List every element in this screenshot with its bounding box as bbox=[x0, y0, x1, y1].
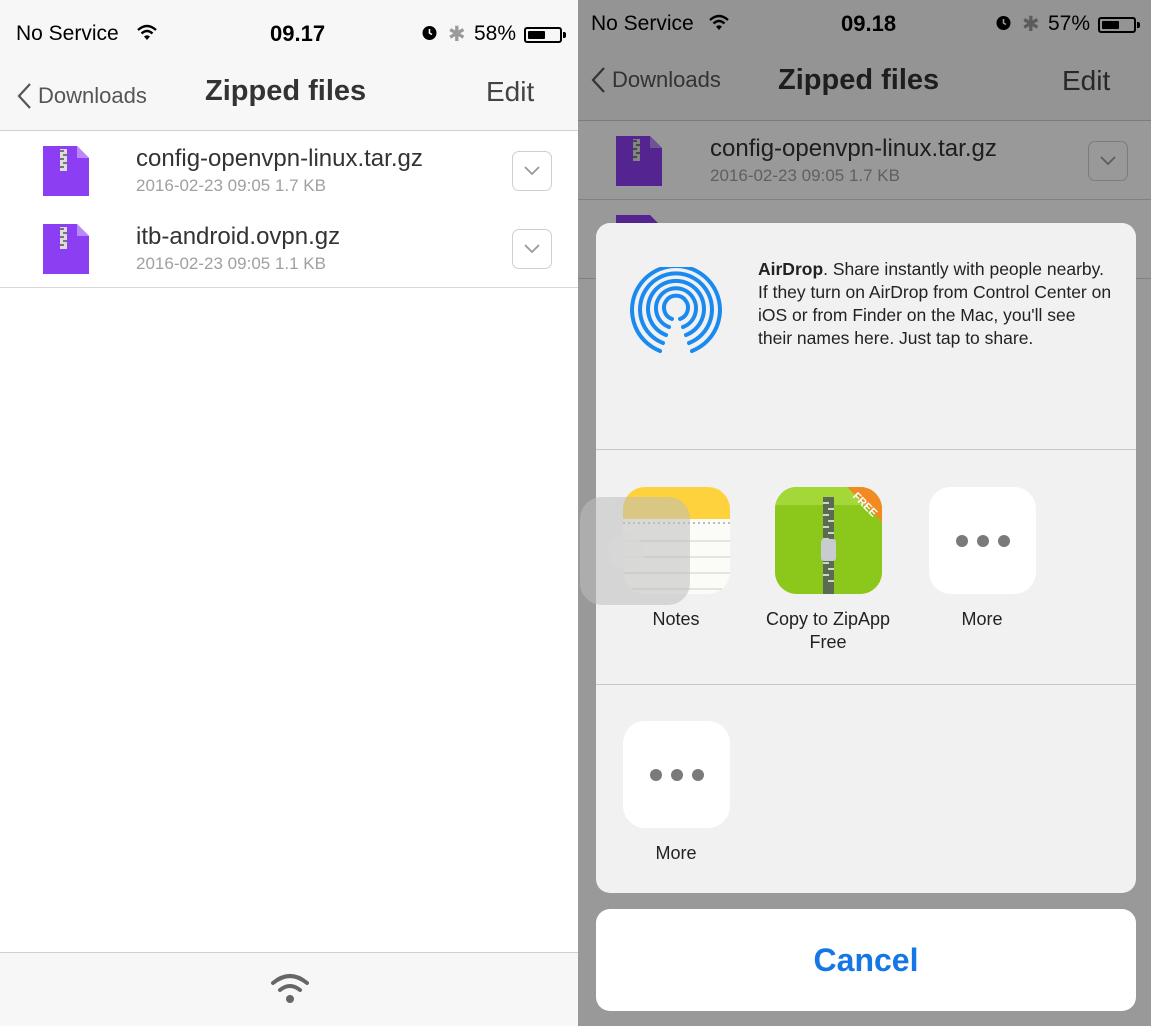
battery-percent: 58% bbox=[474, 22, 517, 45]
chevron-down-icon bbox=[524, 166, 540, 176]
chevron-down-icon bbox=[524, 244, 540, 254]
divider bbox=[596, 684, 1136, 685]
file-meta: 2016-02-23 09:05 1.7 KB bbox=[136, 176, 326, 195]
zip-file-icon bbox=[43, 146, 89, 196]
chevron-left-icon bbox=[17, 83, 31, 109]
wifi-icon[interactable] bbox=[270, 971, 310, 1005]
row-options-button[interactable] bbox=[512, 151, 552, 191]
status-bar: No Service 09.17 ✱ 58% bbox=[0, 0, 578, 66]
drag-ghost bbox=[580, 497, 690, 605]
page-title: Zipped files bbox=[205, 75, 367, 107]
file-name: itb-android.ovpn.gz bbox=[136, 223, 341, 250]
cancel-button[interactable]: Cancel bbox=[596, 909, 1136, 1011]
divider bbox=[596, 449, 1136, 450]
app-label: Notes bbox=[652, 609, 700, 629]
file-meta: 2016-02-23 09:05 1.1 KB bbox=[136, 254, 326, 273]
file-name: config-openvpn-linux.tar.gz bbox=[136, 145, 423, 172]
zip-file-icon bbox=[43, 224, 89, 274]
bottom-toolbar bbox=[0, 952, 578, 1026]
share-action-more[interactable]: More bbox=[610, 721, 742, 865]
edit-button[interactable]: Edit bbox=[486, 76, 534, 108]
status-time: 09.17 bbox=[270, 21, 326, 46]
list-item[interactable]: config-openvpn-linux.tar.gz 2016-02-23 0… bbox=[0, 131, 578, 210]
more-dots-icon bbox=[928, 487, 1036, 594]
right-screen: No Service 09.18 ✱ 57% Downloads Zipped … bbox=[578, 0, 1151, 1026]
battery-icon bbox=[524, 27, 566, 43]
row-options-button[interactable] bbox=[512, 229, 552, 269]
alarm-icon bbox=[422, 26, 437, 40]
wifi-icon bbox=[137, 24, 157, 40]
app-label: More bbox=[655, 843, 697, 863]
app-label: More bbox=[961, 609, 1003, 629]
cancel-label: Cancel bbox=[813, 942, 919, 978]
more-dots-icon bbox=[622, 721, 730, 828]
nav-bar: Downloads Zipped files Edit bbox=[0, 66, 578, 131]
share-app-more[interactable]: More bbox=[916, 487, 1048, 631]
airdrop-title: AirDrop bbox=[758, 259, 824, 279]
zipapp-free-icon: FREE bbox=[774, 487, 882, 594]
share-app-zipapp[interactable]: FREE Copy to ZipApp Free bbox=[762, 487, 894, 654]
list-item[interactable]: itb-android.ovpn.gz 2016-02-23 09:05 1.1… bbox=[0, 209, 578, 288]
back-button[interactable]: Downloads bbox=[14, 76, 147, 116]
airdrop-icon[interactable] bbox=[628, 267, 724, 363]
airdrop-description: AirDrop. Share instantly with people nea… bbox=[758, 258, 1113, 350]
carrier-label: No Service bbox=[16, 22, 119, 45]
bluetooth-icon: ✱ bbox=[448, 23, 466, 46]
back-label: Downloads bbox=[38, 83, 147, 108]
app-label: Copy to ZipApp Free bbox=[765, 609, 891, 652]
left-screen: No Service 09.17 ✱ 58% Downloads Zipped … bbox=[0, 0, 578, 1026]
